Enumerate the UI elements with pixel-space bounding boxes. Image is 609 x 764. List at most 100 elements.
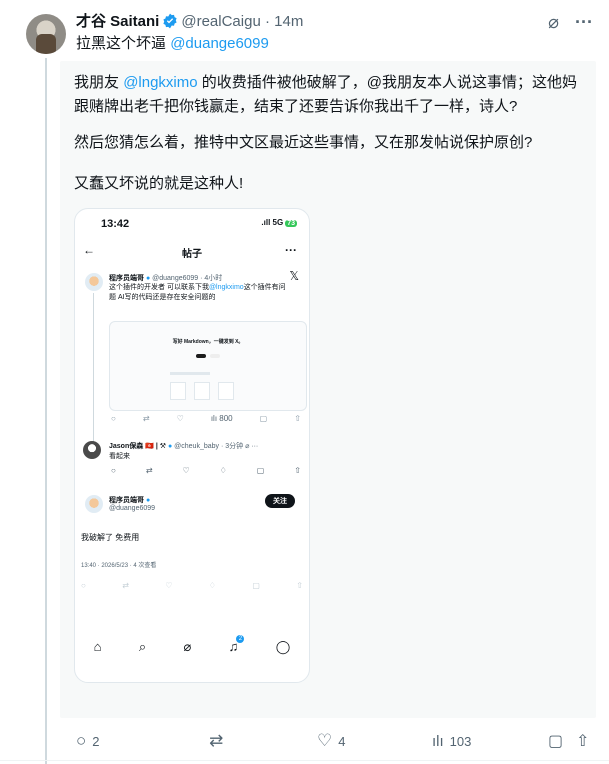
reply-action[interactable]: ○ 2 <box>76 731 209 751</box>
t3-like-icon: ♡ <box>165 581 173 590</box>
battery-badge: 73 <box>285 220 297 227</box>
card-title: 写好 Markdown，一键发到 X。 <box>172 339 244 345</box>
tweet1-text: 这个插件的开发者 可以联系下我@lngkximo这个插件有问 题 AI写的代码还… <box>109 283 299 303</box>
share-action[interactable]: ⇧ <box>576 731 589 751</box>
reply-icon: ○ <box>76 731 87 750</box>
tweet3-name: 程序员端哥 <box>109 497 144 504</box>
tweet1-handle: @duange6099 <box>152 275 199 282</box>
t2-dislike-icon: ♢ <box>219 466 227 475</box>
t2-share-icon: ⇧ <box>294 466 301 475</box>
follow-button: 关注 <box>265 494 295 508</box>
card-block-1 <box>170 382 186 400</box>
tweet2-text: 看起来 <box>109 453 130 460</box>
separator-dot: · <box>264 13 270 30</box>
thread-line <box>45 58 47 764</box>
nav-search-icon: ⌕ <box>138 639 147 654</box>
notification-badge: 2 <box>236 635 245 643</box>
nav-grok-icon: ⌀ <box>183 639 192 654</box>
like-action[interactable]: ♡ 4 <box>317 731 432 751</box>
tweet1-time: · 4小时 <box>200 275 223 282</box>
reply-count: 2 <box>92 733 100 749</box>
t3-reply-icon: ○ <box>81 581 86 590</box>
paragraph-1: 我朋友 @lngkximo 的收费插件被他破解了，@我朋友本人说这事情；这他妈跟… <box>74 71 584 119</box>
t3-bookmark-icon: ▢ <box>252 581 260 590</box>
tweet1-verified-icon: ● <box>145 275 151 282</box>
tweet2-name: Jason保森 🇭🇰 | ⚒ <box>109 443 167 450</box>
t2-reply-icon: ○ <box>111 466 116 475</box>
top-actions: ⌀ ··· <box>548 12 593 33</box>
tweet3-header: 程序员端哥 ● @duange6099 <box>109 495 155 512</box>
reply-line-text: 拉黑这个坏逼 @duange6099 <box>76 34 269 54</box>
tweet1-header: 程序员端哥 ● @duange6099 · 4小时 <box>109 273 222 283</box>
tweet2-more-icon: ⌀ ··· <box>245 443 259 450</box>
card-line <box>170 372 210 375</box>
nav-home-icon: ⌂ <box>93 639 102 654</box>
tweet1-card: 写好 Markdown，一键发到 X。 <box>109 321 307 411</box>
phone-nav-bar: ⌂ ⌕ ⌀ ♫ 2 ◯ <box>75 635 309 655</box>
tweet3-handle: @duange6099 <box>109 505 156 512</box>
tweet1-avatar <box>85 273 103 291</box>
mention-link[interactable]: @duange6099 <box>170 35 269 52</box>
post-time[interactable]: 14m <box>274 13 303 30</box>
post-actions: ○ 2 ⇄ ♡ 4 ılı 103 ▢ ⇧ <box>76 730 596 752</box>
embedded-screenshot[interactable]: 13:42 .ıll 5G 73 ← 帖子 ··· 程序员端哥 ● @duange… <box>74 208 310 683</box>
x-logo-icon: 𝕏 <box>289 269 299 283</box>
paragraph-2: 然后您猜怎么着，推特中文区最近这些事情，又在那发帖说保护原创? <box>74 134 533 151</box>
tweet3-avatar <box>85 495 103 513</box>
tweet2-verified-icon: ● <box>167 443 173 450</box>
tweet2-handle: @cheuk_baby · 3分钟 <box>174 443 244 450</box>
paragraph-3: 又蠢又坏说的就是这种人! <box>74 175 244 192</box>
para1-part-a: 我朋友 <box>74 74 120 91</box>
card-button-light <box>210 354 220 358</box>
repost-action[interactable]: ⇄ <box>209 731 317 751</box>
tweet3-actions: ○ ⇄ ♡ ♢ ▢ ⇧ <box>81 581 303 590</box>
views-icon: ılı <box>432 732 444 750</box>
t3-share-icon: ⇧ <box>296 581 303 590</box>
author-handle[interactable]: @realCaigu <box>181 13 260 30</box>
bottom-divider <box>0 760 609 761</box>
like-icon: ♡ <box>317 731 333 750</box>
share-icon: ⇧ <box>576 733 590 750</box>
signal-text: .ıll 5G <box>261 218 284 227</box>
tweet3-text: 我破解了 免费用 <box>81 533 140 542</box>
phone-thread-line <box>93 293 94 443</box>
bookmark-action[interactable]: ▢ <box>548 731 576 751</box>
repost-icon: ⇄ <box>209 731 224 750</box>
para1-mention[interactable]: @lngkximo <box>123 74 197 91</box>
nav-notifications-icon: ♫ 2 <box>229 635 245 655</box>
tweet1-text-c: 题 AI写的代码还是存在安全问题的 <box>109 294 216 301</box>
status-signal: .ıll 5G 73 <box>261 218 297 227</box>
more-icon[interactable]: ··· <box>575 12 593 33</box>
card-button-dark <box>196 354 206 358</box>
t1-views-count: 800 <box>219 414 233 423</box>
phone-more-icon: ··· <box>285 243 297 257</box>
t1-retweet-icon: ⇄ <box>142 414 150 423</box>
bookmark-icon: ▢ <box>548 733 564 750</box>
nav-messages-icon: ◯ <box>275 639 291 654</box>
post-header: 才谷 Saitani @realCaigu · 14m <box>76 12 303 32</box>
tweet1-actions: ○ ⇄ ♡ ılı 800 ▢ ⇧ <box>111 414 301 423</box>
status-time: 13:42 <box>101 218 130 230</box>
author-avatar[interactable] <box>26 14 66 54</box>
grok-icon[interactable]: ⌀ <box>548 12 559 33</box>
t1-share-icon: ⇧ <box>294 414 301 423</box>
author-name[interactable]: 才谷 Saitani <box>76 13 159 30</box>
t3-dislike-icon: ♢ <box>208 581 216 590</box>
tweet1-name: 程序员端哥 <box>109 275 144 282</box>
t1-views: ılı 800 <box>210 414 233 423</box>
t2-like-icon: ♡ <box>182 466 190 475</box>
verified-badge-icon <box>163 13 177 29</box>
tweet3-verified-icon: ● <box>145 497 151 504</box>
reply-text: 拉黑这个坏逼 <box>76 35 167 52</box>
t2-retweet-icon: ⇄ <box>145 466 153 475</box>
tweet3-meta: 13:40 · 2026/5/23 · 4 次查看 <box>81 563 157 569</box>
tweet1-text-a: 这个插件的开发者 可以联系下我 <box>109 284 209 291</box>
views-action[interactable]: ılı 103 <box>432 733 548 750</box>
t1-reply-icon: ○ <box>111 414 116 423</box>
t2-bookmark-icon: ▢ <box>256 466 265 475</box>
t3-retweet-icon: ⇄ <box>122 581 129 590</box>
like-count: 4 <box>338 733 346 749</box>
tweet2-actions: ○ ⇄ ♡ ♢ ▢ ⇧ <box>111 466 301 475</box>
quoted-content: 我朋友 @lngkximo 的收费插件被他破解了，@我朋友本人说这事情；这他妈跟… <box>60 61 596 718</box>
tweet2-header: Jason保森 🇭🇰 | ⚒ ● @cheuk_baby · 3分钟 ⌀ ··· <box>109 441 258 451</box>
